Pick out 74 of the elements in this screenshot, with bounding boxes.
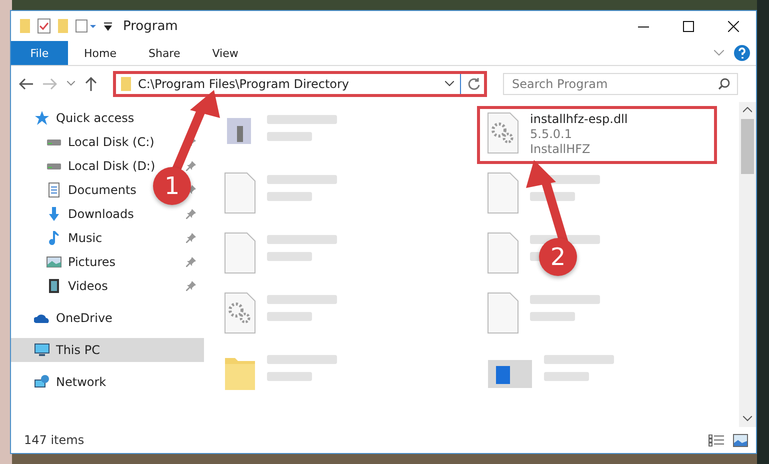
scrollbar-thumb[interactable] [741,119,754,174]
file-detail: InstallHFZ [530,142,592,156]
ribbon-tab[interactable]: View [196,41,254,65]
search-icon [718,78,730,90]
ribbon-tab[interactable]: Home [68,41,132,65]
drive-icon [46,138,62,146]
expand-icon[interactable] [714,50,724,56]
file-icon [486,232,520,274]
sidebar-item[interactable]: Local Disk (D:) [68,159,156,173]
blurred-text-bar [267,115,337,124]
refresh-icon[interactable] [467,77,481,91]
scroll-up-icon[interactable] [743,107,752,113]
sidebar-item[interactable]: OneDrive [56,311,112,325]
drive-icon [46,162,62,170]
back-icon[interactable] [19,78,33,90]
blurred-text-bar [267,132,312,141]
maximize-icon [683,20,694,32]
file-icon [486,172,520,214]
file-icon [223,172,257,214]
window-title: Program [123,18,178,34]
music-icon [46,230,62,246]
close-icon [728,20,739,32]
recent-icon[interactable] [67,81,75,87]
blurred-text-bar [530,312,575,321]
blurred-text-bar [267,235,337,244]
film-icon [46,278,62,294]
blurred-text-bar [267,372,312,381]
ribbon-tab[interactable]: Share [132,41,196,65]
blurred-text-bar [267,192,312,201]
file-icon [223,232,257,274]
ribbon-tab[interactable]: File [11,41,68,65]
properties-icon[interactable] [37,18,51,34]
blurred-text-bar [267,312,312,321]
dropdown-icon[interactable] [445,81,454,87]
blurred-text-bar [267,175,337,184]
file-icon [486,292,520,334]
blurred-text-bar [530,295,600,304]
sidebar-item[interactable]: Music [68,231,102,245]
address-bar[interactable]: C:\Program Files\Program Directory [113,71,487,97]
help-icon[interactable] [734,45,750,61]
sidebar-item[interactable]: Documents [68,183,136,197]
blurred-text-bar [544,372,589,381]
folder-icon [19,18,31,34]
folder-icon [120,76,132,92]
up-icon[interactable] [85,77,97,91]
blurred-text-bar [267,252,312,261]
blurred-text-bar [267,355,337,364]
scroll-down-icon[interactable] [743,416,752,422]
search-field[interactable]: Search Program [503,73,738,95]
download-icon [46,206,62,222]
network-icon [34,374,50,390]
sidebar-item[interactable]: This PC [56,343,100,357]
scrollbar[interactable] [739,102,756,427]
tiles-view-icon[interactable] [733,434,748,446]
gear-file-icon [223,292,257,334]
details-view-icon[interactable] [708,434,725,446]
star-icon [34,110,50,126]
blurred-text-bar [267,295,337,304]
monitor-icon [34,342,50,358]
item-count: 147 items [24,433,84,447]
sidebar-item[interactable]: Local Disk (C:) [68,135,154,149]
blurred-text-bar [544,355,614,364]
sidebar-item[interactable]: Network [56,375,106,389]
file-detail: 5.5.0.1 [530,127,573,141]
sidebar-item[interactable]: Videos [68,279,108,293]
sidebar-item[interactable]: Pictures [68,255,116,269]
customize-icon[interactable] [75,19,97,33]
gear-file-icon [486,112,520,154]
sidebar-item[interactable]: Downloads [68,207,134,221]
dropdown-icon[interactable] [103,21,113,31]
pictures-icon [46,254,62,270]
document-icon [46,182,62,198]
file-name: installhfz-esp.dll [530,112,628,126]
sidebar-item[interactable]: Quick access [56,111,134,125]
